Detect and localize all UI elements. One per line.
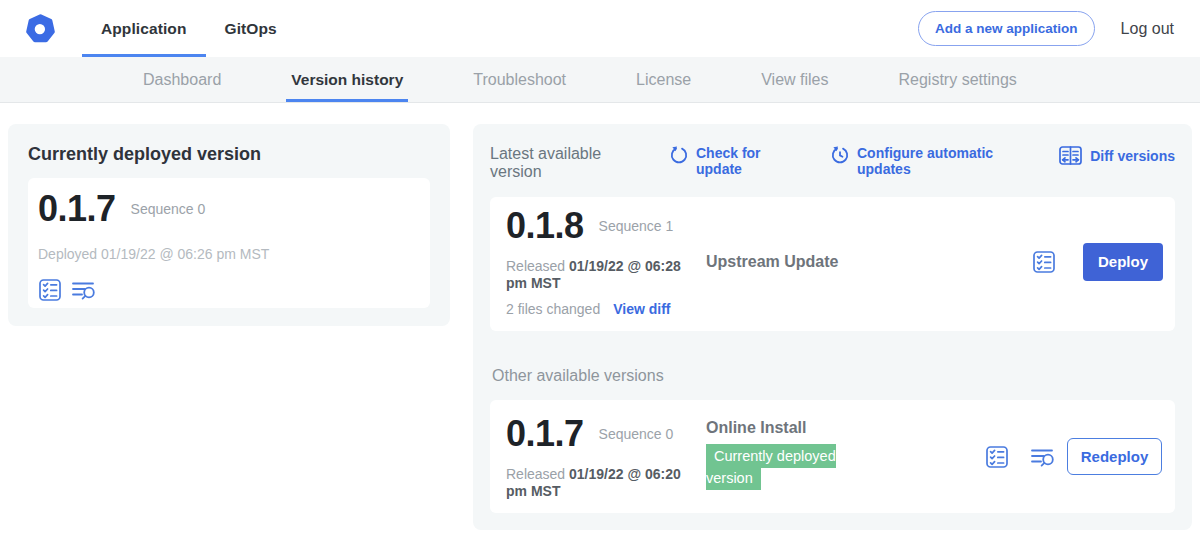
diff-versions-label: Diff versions <box>1090 148 1175 164</box>
diff-versions-icon <box>1058 145 1083 167</box>
subnav-dashboard[interactable]: Dashboard <box>138 57 226 102</box>
diff-versions-link[interactable]: Diff versions <box>1058 145 1175 167</box>
latest-source-label: Upstream Update <box>706 253 838 270</box>
subnav-troubleshoot[interactable]: Troubleshoot <box>468 57 571 102</box>
release-notes-icon[interactable] <box>38 278 62 302</box>
release-notes-icon[interactable] <box>985 445 1009 469</box>
other-versions-title: Other available versions <box>492 367 1175 385</box>
app-logo <box>26 0 55 57</box>
check-for-update-label: Check for update <box>696 145 766 177</box>
tab-application[interactable]: Application <box>82 0 206 57</box>
logout-link[interactable]: Log out <box>1121 20 1174 38</box>
other-version-number: 0.1.7 <box>506 414 584 454</box>
subnav-view-files[interactable]: View files <box>756 57 833 102</box>
subnav-registry-settings[interactable]: Registry settings <box>894 57 1022 102</box>
configure-automatic-updates-link[interactable]: Configure automatic updates <box>830 145 997 177</box>
app-subnav: Dashboard Version history Troubleshoot L… <box>0 57 1200 103</box>
top-navbar: Application GitOps Add a new application… <box>0 0 1200 57</box>
tab-gitops-label: GitOps <box>225 20 277 38</box>
refresh-icon <box>669 144 689 164</box>
view-diff-icon[interactable] <box>71 278 98 302</box>
currently-deployed-badge: Currently deployed version <box>706 444 836 490</box>
currently-deployed-panel: Currently deployed version 0.1.7 Sequenc… <box>8 124 450 326</box>
release-notes-icon[interactable] <box>1032 250 1056 274</box>
available-versions-panel: Latest available version Check for updat… <box>473 124 1192 530</box>
tab-gitops[interactable]: GitOps <box>206 0 296 57</box>
deployed-sequence: Sequence 0 <box>131 201 206 217</box>
top-tabs: Application GitOps <box>82 0 296 57</box>
deployed-version-number: 0.1.7 <box>38 189 116 229</box>
subnav-license[interactable]: License <box>631 57 696 102</box>
other-source-label: Online Install <box>706 419 985 437</box>
deployed-panel-title: Currently deployed version <box>28 144 430 165</box>
check-for-update-link[interactable]: Check for update <box>669 145 766 177</box>
latest-sequence: Sequence 1 <box>599 218 674 234</box>
view-diff-link[interactable]: View diff <box>613 301 670 317</box>
subnav-version-history[interactable]: Version history <box>286 57 408 102</box>
auto-update-icon <box>830 144 850 164</box>
view-diff-icon[interactable] <box>1030 445 1057 469</box>
latest-version-number: 0.1.8 <box>506 206 584 246</box>
tab-application-label: Application <box>101 20 187 38</box>
deployed-version-card: 0.1.7 Sequence 0 Deployed 01/19/22 @ 06:… <box>28 178 430 308</box>
other-sequence: Sequence 0 <box>599 426 674 442</box>
configure-automatic-updates-label: Configure automatic updates <box>857 145 997 177</box>
latest-version-card: 0.1.8 Sequence 1 Released 01/19/22 @ 06:… <box>490 197 1175 331</box>
redeploy-button[interactable]: Redeploy <box>1067 438 1162 475</box>
deploy-button[interactable]: Deploy <box>1083 243 1163 281</box>
deployed-timestamp: Deployed 01/19/22 @ 06:26 pm MST <box>38 246 420 262</box>
other-released-timestamp: Released 01/19/22 @ 06:20 pm MST <box>506 466 692 500</box>
files-changed-label: 2 files changed <box>506 301 600 317</box>
available-panel-title: Latest available version <box>490 145 615 181</box>
add-application-button[interactable]: Add a new application <box>918 11 1095 46</box>
logo-icon <box>26 14 55 43</box>
other-version-card: 0.1.7 Sequence 0 Released 01/19/22 @ 06:… <box>490 400 1175 513</box>
latest-released-timestamp: Released 01/19/22 @ 06:28 pm MST <box>506 258 692 292</box>
